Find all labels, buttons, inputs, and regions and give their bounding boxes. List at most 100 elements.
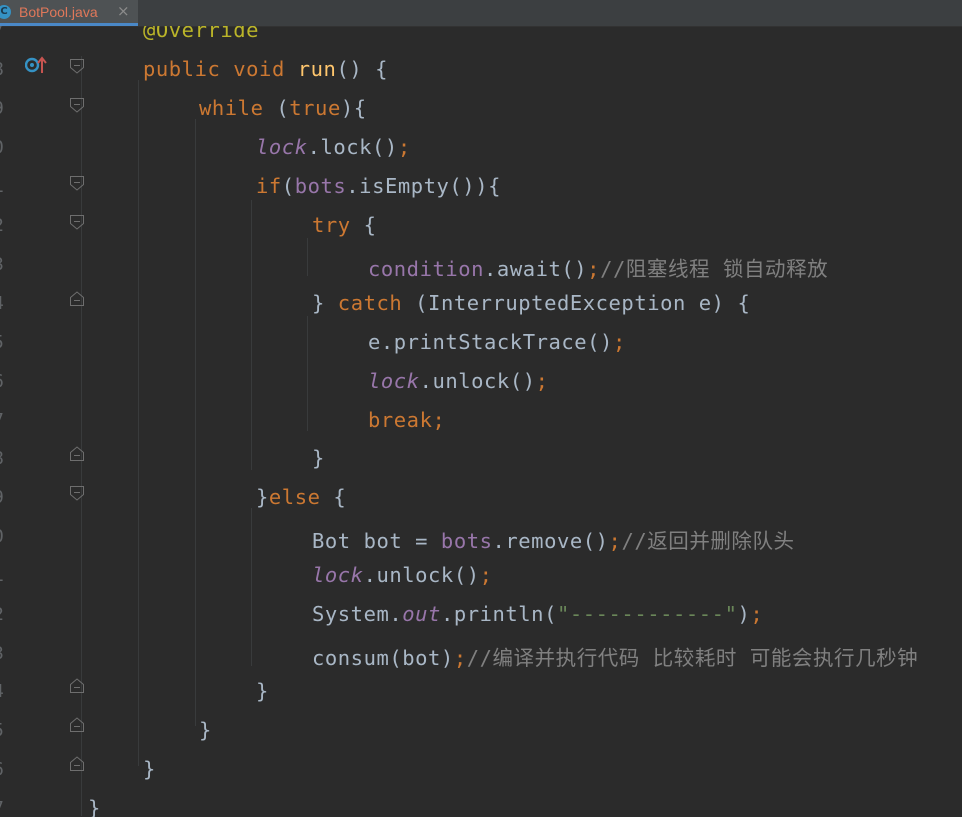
line-number: 2 [0,604,15,625]
code-line: 2 try { [0,207,962,246]
code-token: ){ [340,96,367,120]
code-token: ; [535,369,549,393]
code-text[interactable]: public void run() { [143,57,388,81]
code-token: { [350,213,377,237]
code-token: .lock() [307,135,398,159]
comment: //阻塞线程 锁自动释放 [600,257,829,281]
code-token: .println( [440,602,557,626]
code-text[interactable]: Bot bot = bots.remove();//返回并删除队头 [312,524,795,554]
code-token: System. [312,602,403,626]
line-number: 4 [0,293,15,314]
code-line: 1 lock.unlock(); [0,557,962,596]
line-number: 4 [0,681,15,702]
code-token: .remove() [492,529,609,553]
line-number: 0 [0,526,15,547]
code-token: consum(bot) [312,646,454,670]
code-line: 9 while (true){ [0,90,962,129]
field: lock [312,563,364,587]
keyword: public [143,57,221,81]
keyword: while [199,96,264,120]
line-number: 5 [0,332,15,353]
keyword: catch [337,291,403,315]
code-text[interactable]: } catch (InterruptedException e) { [312,291,750,315]
code-token: } [312,446,325,470]
code-text[interactable]: } [88,796,101,817]
line-number: 9 [0,487,15,508]
code-token: } [256,679,269,703]
code-text[interactable]: if(bots.isEmpty()){ [256,174,501,198]
code-line: 6 } [0,751,962,790]
keyword: true [289,96,341,120]
field: bots [440,529,493,553]
code-text[interactable]: break; [368,408,445,432]
code-token: } [312,291,338,315]
code-text[interactable]: try { [312,213,376,237]
comment: //编译并执行代码 比较耗时 可能会执行几秒钟 [466,646,919,670]
code-text[interactable]: } [256,679,269,703]
line-number: 6 [0,759,15,780]
code-line: 8 public void run() { [0,51,962,90]
code-line: 7 } [0,790,962,817]
code-line: 9 }else { [0,479,962,518]
line-number: 9 [0,98,15,119]
code-line: 3 consum(bot);//编译并执行代码 比较耗时 可能会执行几秒钟 [0,635,962,674]
code-token: ; [750,602,764,626]
code-text[interactable]: lock.lock(); [256,135,411,159]
code-token: ) [737,602,751,626]
code-token: ; [479,563,493,587]
code-line: 0 Bot bot = bots.remove();//返回并删除队头 [0,518,962,557]
code-line: 0 lock.lock(); [0,129,962,168]
comment: //返回并删除队头 [621,529,795,553]
code-token: .isEmpty()){ [346,174,501,198]
code-text[interactable]: System.out.println("------------"); [312,602,763,626]
code-token: ( [281,174,295,198]
keyword: else [268,485,321,509]
code-line: 5 e.printStackTrace(); [0,324,962,363]
code-token: ; [432,408,446,432]
code-token: .unlock() [419,369,536,393]
code-token: ; [587,257,601,281]
code-text[interactable]: lock.unlock(); [312,563,493,587]
code-text[interactable]: lock.unlock(); [368,369,549,393]
keyword: if [256,174,282,198]
annotation: @Override [143,26,260,42]
code-text[interactable]: consum(bot);//编译并执行代码 比较耗时 可能会执行几秒钟 [312,641,918,671]
code-text[interactable]: condition.await();//阻塞线程 锁自动释放 [368,252,828,282]
line-number: 1 [0,176,15,197]
code-text[interactable]: @Override [143,26,259,42]
line-number: 7 [0,410,15,431]
keyword: void [233,57,285,81]
field: lock [256,135,308,159]
code-text[interactable]: } [199,718,212,742]
code-line: 4 } [0,673,962,712]
line-number: 8 [0,448,15,469]
code-editor[interactable]: 7 @Override 8 public void run() { 9 whil… [0,26,962,817]
code-line: 6 lock.unlock(); [0,363,962,402]
code-token: Bot bot = [312,529,441,553]
code-text[interactable]: while (true){ [199,96,367,120]
code-token: .await() [484,257,588,281]
line-number: 3 [0,643,15,664]
code-line: 4 } catch (InterruptedException e) { [0,285,962,324]
code-token: } [88,796,101,817]
code-token: } [143,757,156,781]
code-line: 5 } [0,712,962,751]
line-number: 7 [0,26,15,41]
code-text[interactable]: } [143,757,156,781]
field: lock [368,369,420,393]
line-number: 8 [0,59,15,80]
code-text[interactable]: e.printStackTrace(); [368,330,626,354]
line-number: 0 [0,137,15,158]
code-line: 7 @Override [0,26,962,51]
string-literal: "------------" [556,602,738,626]
line-number: 6 [0,371,15,392]
code-token: ; [612,330,626,354]
code-text[interactable]: } [312,446,325,470]
code-token: .unlock() [363,563,480,587]
close-icon[interactable]: × [117,2,130,20]
tab-botpool-java[interactable]: C BotPool.java × [0,0,138,26]
code-line: 3 condition.await();//阻塞线程 锁自动释放 [0,246,962,285]
code-text[interactable]: }else { [256,485,346,509]
line-number: 7 [0,798,15,817]
code-token: (InterruptedException e) { [402,291,751,315]
